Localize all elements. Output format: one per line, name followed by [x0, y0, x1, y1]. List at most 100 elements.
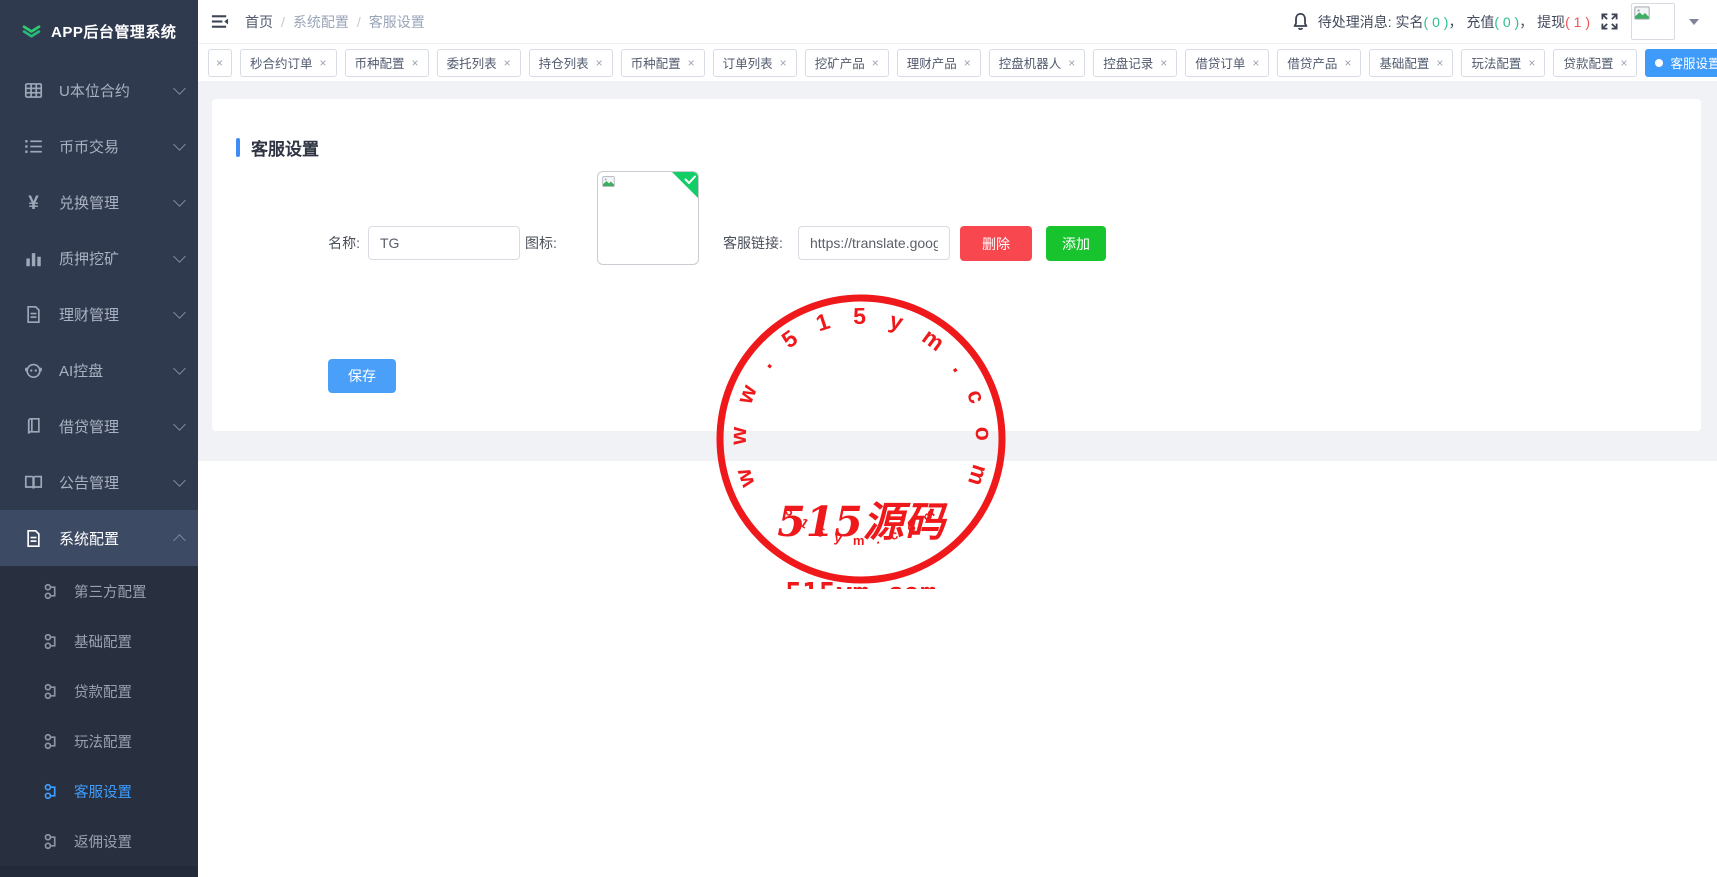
tab-13[interactable]: 基础配置×: [1369, 49, 1453, 77]
file-icon: [24, 529, 43, 548]
notice-count-0: ( 0 ): [1424, 14, 1449, 30]
yen-icon: ¥: [24, 193, 43, 212]
content-card: 客服设置: [212, 99, 1701, 431]
tab-12[interactable]: 借贷产品×: [1277, 49, 1361, 77]
tab-close-icon[interactable]: ×: [964, 57, 971, 69]
open-book-icon: [24, 473, 43, 492]
sidebar-subitem-label: 玩法配置: [74, 731, 132, 752]
svg-text:¥: ¥: [28, 193, 39, 212]
tab-15[interactable]: 贷款配置×: [1553, 49, 1637, 77]
bar-chart-icon: [24, 249, 43, 268]
tab-close-icon[interactable]: ×: [412, 57, 419, 69]
tab-close-icon[interactable]: ×: [1436, 57, 1443, 69]
tab-close-icon[interactable]: ×: [504, 57, 511, 69]
tab-4[interactable]: 持仓列表 ×: [529, 49, 613, 77]
icon-upload-box[interactable]: [597, 171, 699, 265]
tab-close-icon[interactable]: ×: [1528, 57, 1535, 69]
sidebar-subitem-label: 返佣设置: [74, 831, 132, 852]
share-node-icon: [42, 582, 61, 601]
tab-close-icon[interactable]: ×: [1068, 57, 1075, 69]
avatar[interactable]: [1631, 3, 1675, 40]
selected-check-icon: [672, 172, 698, 198]
save-button[interactable]: 保存: [328, 359, 396, 393]
breadcrumb-item-1[interactable]: 系统配置: [293, 12, 349, 32]
sidebar-subitem-2[interactable]: 贷款配置: [0, 666, 198, 716]
sidebar-subitem-0[interactable]: 第三方配置: [0, 566, 198, 616]
tab-9[interactable]: 控盘机器人×: [989, 49, 1086, 77]
sidebar-subitem-1[interactable]: 基础配置: [0, 616, 198, 666]
tab-11[interactable]: 借贷订单×: [1185, 49, 1269, 77]
tab-close-icon[interactable]: ×: [1344, 57, 1351, 69]
share-node-icon: [42, 632, 61, 651]
tab-label: 币种配置: [631, 53, 681, 72]
tab-close-icon[interactable]: ×: [780, 57, 787, 69]
sidebar-item-7[interactable]: 公告管理: [0, 454, 198, 510]
tab-8[interactable]: 理财产品 ×: [897, 49, 981, 77]
share-node-icon: [42, 832, 61, 851]
collapse-sidebar-icon[interactable]: [210, 12, 229, 31]
sidebar-item-6[interactable]: 借贷管理: [0, 398, 198, 454]
notice-prefix: 待处理消息:: [1318, 14, 1396, 30]
add-button[interactable]: 添加: [1046, 226, 1106, 261]
tab-close-icon[interactable]: ×: [596, 57, 603, 69]
tab-label: 理财产品: [907, 53, 957, 72]
tab-1[interactable]: 秒合约订单×: [240, 49, 337, 77]
tab-5[interactable]: 币种配置 ×: [621, 49, 705, 77]
chevron-down-icon: [173, 362, 186, 375]
notice-label-1: 充值: [1466, 14, 1494, 30]
page-title: 客服设置: [251, 135, 319, 160]
sidebar-item-3[interactable]: 质押挖矿: [0, 230, 198, 286]
top-header: 首页/系统配置/客服设置 待处理消息: 实名( 0 )， 充值( 0 )， 提现…: [198, 0, 1717, 44]
sidebar-subitem-4[interactable]: 客服设置: [0, 766, 198, 816]
document-icon: [24, 305, 43, 324]
sidebar-item-label: 兑换管理: [59, 192, 119, 213]
chevron-down-icon: [173, 138, 186, 151]
notification-bell-icon[interactable]: [1291, 12, 1310, 31]
tab-close-icon[interactable]: ×: [1160, 57, 1167, 69]
tab-label: 持仓列表: [539, 53, 589, 72]
tab-6[interactable]: 订单列表×: [713, 49, 797, 77]
sidebar-subitem-5[interactable]: 返佣设置: [0, 816, 198, 866]
name-input[interactable]: [368, 226, 520, 260]
tab-2[interactable]: 币种配置×: [345, 49, 429, 77]
sidebar-item-4[interactable]: 理财管理: [0, 286, 198, 342]
sidebar-item-2[interactable]: ¥ 兑换管理: [0, 174, 198, 230]
breadcrumb: 首页/系统配置/客服设置: [245, 12, 425, 32]
sidebar-item-8[interactable]: 系统配置: [0, 510, 198, 566]
tab-close-icon[interactable]: ×: [320, 57, 327, 69]
logo: APP后台管理系统: [0, 0, 198, 62]
tab-3[interactable]: 委托列表×: [437, 49, 521, 77]
sidebar-item-label: 质押挖矿: [59, 248, 119, 269]
share-node-icon: [42, 732, 61, 751]
sidebar-subitem-3[interactable]: 玩法配置: [0, 716, 198, 766]
breadcrumb-separator: /: [281, 14, 285, 30]
user-menu-caret-icon[interactable]: [1689, 19, 1699, 25]
tab-7[interactable]: 挖矿产品×: [805, 49, 889, 77]
breadcrumb-item-0[interactable]: 首页: [245, 12, 273, 32]
tab-close-icon[interactable]: ×: [216, 57, 223, 69]
tab-10[interactable]: 控盘记录×: [1093, 49, 1177, 77]
tab-close-icon[interactable]: ×: [1252, 57, 1259, 69]
breadcrumb-item-2[interactable]: 客服设置: [369, 12, 425, 32]
broken-image-icon: [1634, 6, 1650, 20]
sidebar-footer: [0, 866, 198, 877]
bar-chart-icon: [24, 249, 43, 268]
tab-0[interactable]: ×: [208, 49, 232, 77]
link-input[interactable]: [798, 226, 950, 260]
tab-close-icon[interactable]: ×: [1620, 57, 1627, 69]
tab-16[interactable]: 客服设置×: [1645, 49, 1717, 77]
sidebar-item-5[interactable]: AI控盘: [0, 342, 198, 398]
delete-button[interactable]: 删除: [960, 226, 1032, 261]
sidebar-item-1[interactable]: 币币交易: [0, 118, 198, 174]
fullscreen-icon[interactable]: [1600, 12, 1619, 31]
sidebar-subitem-label: 基础配置: [74, 631, 132, 652]
tab-14[interactable]: 玩法配置×: [1461, 49, 1545, 77]
tab-close-icon[interactable]: ×: [688, 57, 695, 69]
tab-close-icon[interactable]: ×: [872, 57, 879, 69]
sidebar-item-label: 币币交易: [59, 136, 119, 157]
sidebar-item-0[interactable]: U本位合约: [0, 62, 198, 118]
sidebar: APP后台管理系统 U本位合约币币交易 ¥ 兑换管理质押挖矿理财管理 AI控盘借贷管理…: [0, 0, 198, 877]
sidebar-item-label: 理财管理: [59, 304, 119, 325]
watermark-arc-bottom: 5 1 5 y m . c o m: [782, 504, 939, 548]
chevron-down-icon: [173, 250, 186, 263]
